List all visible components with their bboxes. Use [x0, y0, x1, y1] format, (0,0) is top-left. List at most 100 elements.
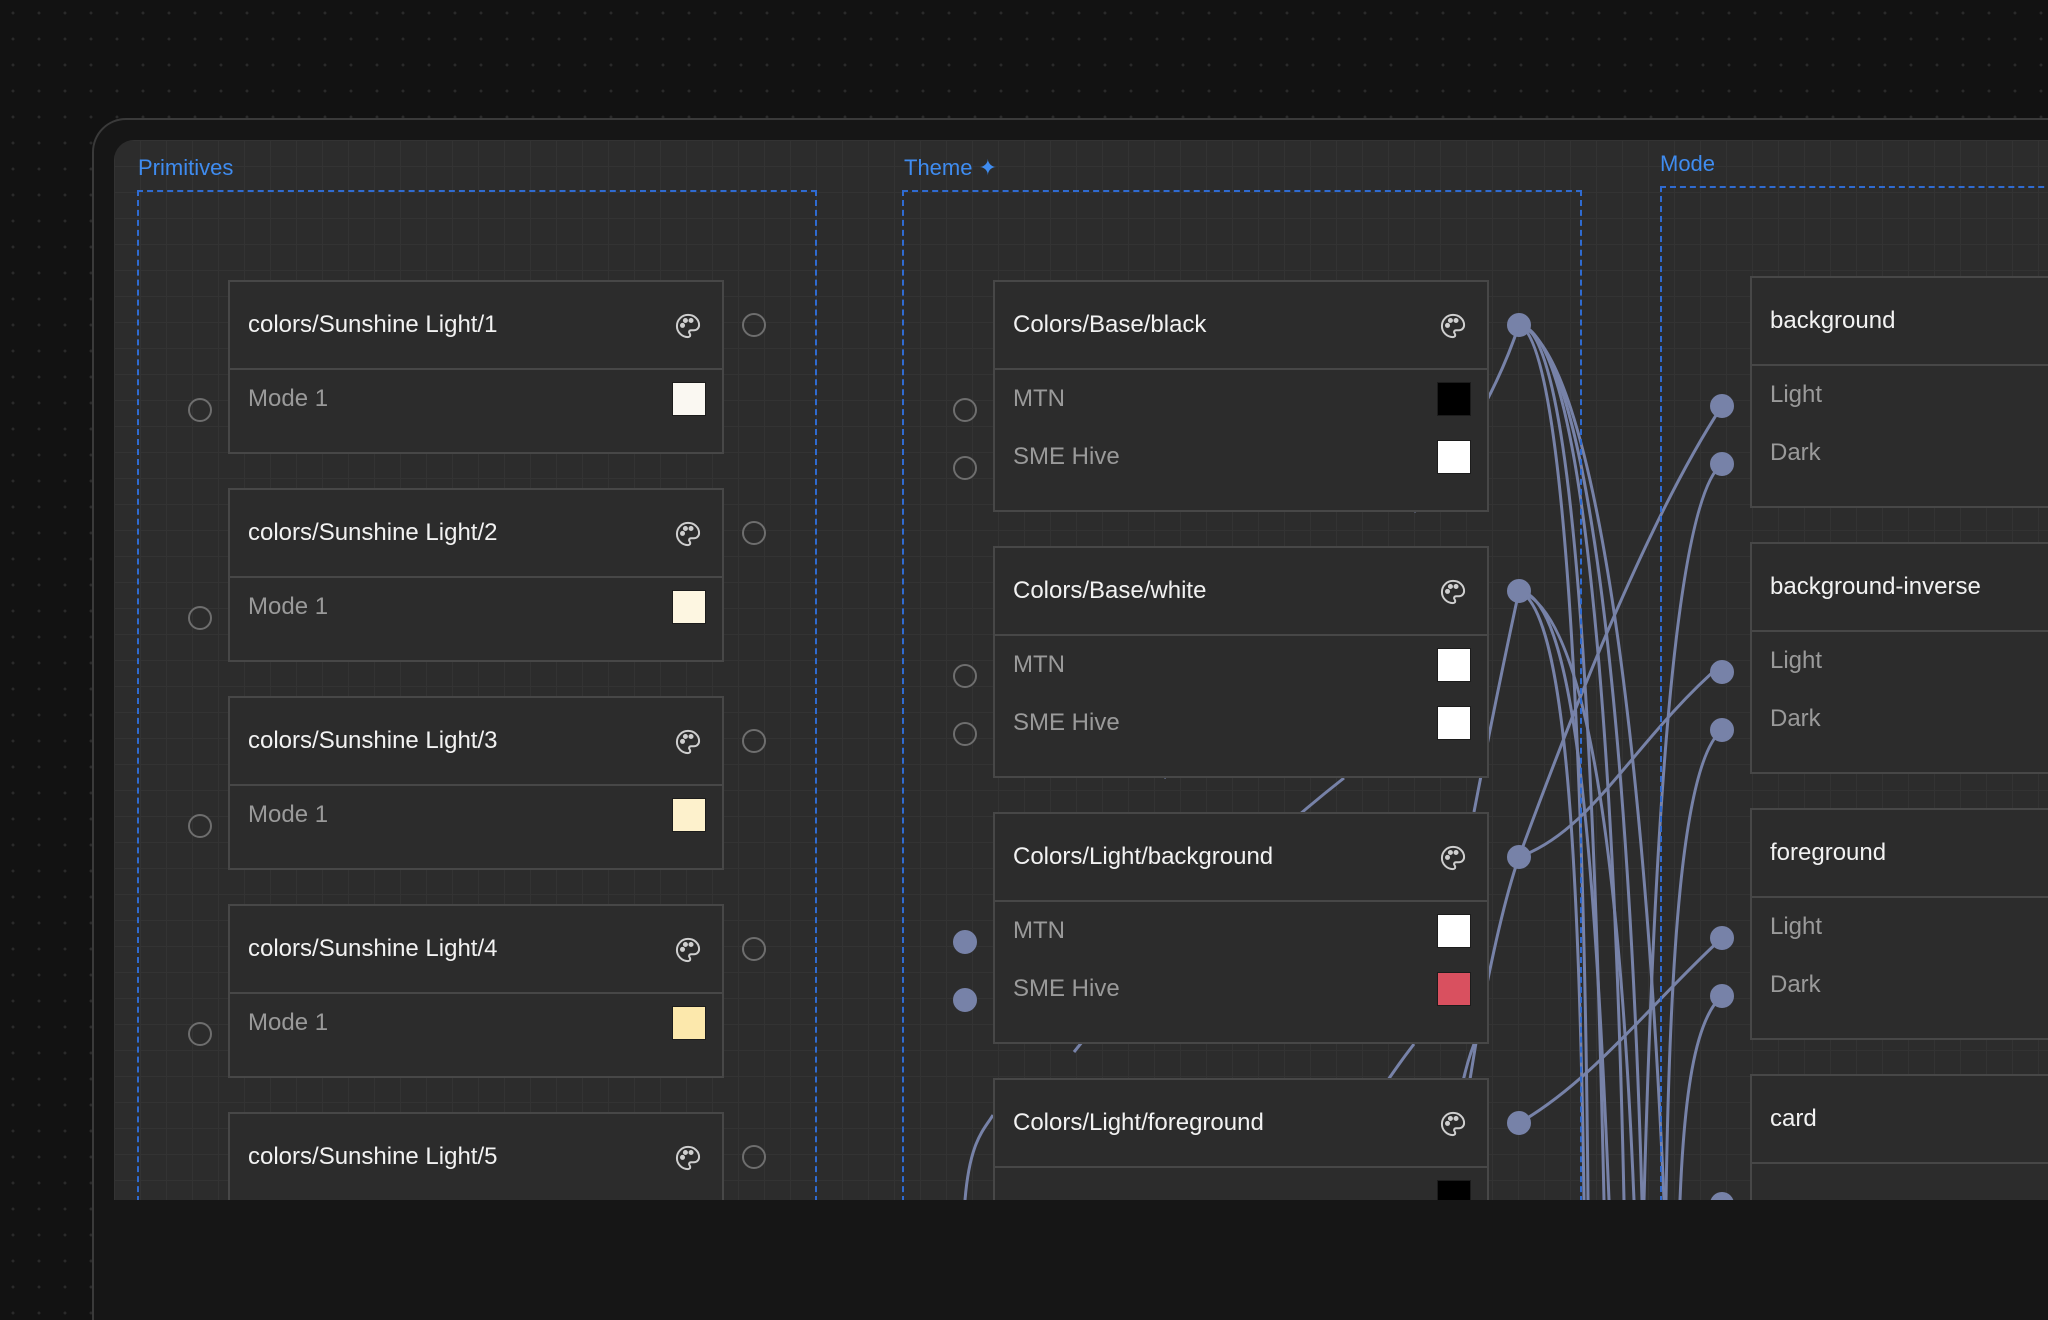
group-label-theme: Theme ✦ [904, 155, 998, 180]
color-swatch[interactable] [672, 590, 706, 624]
variable-card[interactable]: colors/Sunshine Light/3 Mode 1 [228, 696, 724, 870]
mode-row[interactable]: Light [1752, 898, 2048, 956]
palette-icon[interactable] [674, 1144, 702, 1172]
color-swatch[interactable] [672, 798, 706, 832]
variable-title: card [1770, 1105, 1817, 1132]
variable-title: Colors/Light/background [1013, 843, 1274, 870]
mode-row[interactable]: MTN [995, 636, 1487, 694]
palette-icon[interactable] [1439, 312, 1467, 340]
mode-label: Light [1770, 913, 1823, 940]
color-swatch[interactable] [1437, 440, 1471, 474]
variable-card[interactable]: colors/Sunshine Light/2 Mode 1 [228, 488, 724, 662]
mode-label: Dark [1770, 439, 1821, 466]
input-port[interactable] [1710, 452, 1734, 476]
palette-icon[interactable] [674, 936, 702, 964]
color-swatch[interactable] [1437, 648, 1471, 682]
mode-row[interactable]: SME Hive [995, 694, 1487, 752]
mode-row[interactable]: Mode 1 [230, 786, 722, 844]
input-port[interactable] [953, 988, 977, 1012]
variable-card[interactable]: colors/Sunshine Light/4 Mode 1 [228, 904, 724, 1078]
variable-card[interactable]: colors/Sunshine Light/5 [228, 1112, 724, 1200]
variable-card[interactable]: foreground Light Dark [1750, 808, 2048, 1040]
palette-icon[interactable] [1439, 1110, 1467, 1138]
mode-label: MTN [1013, 917, 1065, 944]
variables-canvas[interactable]: Primitives Theme ✦ Mode colors/Sunshine … [114, 140, 2048, 1200]
palette-icon[interactable] [674, 520, 702, 548]
mode-row[interactable]: MTN [995, 902, 1487, 960]
input-port[interactable] [1710, 394, 1734, 418]
color-swatch[interactable] [672, 1006, 706, 1040]
palette-icon[interactable] [674, 728, 702, 756]
output-port[interactable] [1507, 579, 1531, 603]
color-swatch[interactable] [1437, 382, 1471, 416]
mode-row[interactable]: Mode 1 [230, 994, 722, 1052]
variable-card[interactable]: colors/Sunshine Light/1 Mode 1 [228, 280, 724, 454]
output-port[interactable] [742, 313, 766, 337]
mode-row[interactable]: SME Hive [995, 428, 1487, 486]
mode-row[interactable]: Dark [1752, 956, 2048, 1014]
input-port[interactable] [953, 456, 977, 480]
color-swatch[interactable] [1437, 706, 1471, 740]
variable-card[interactable]: Colors/Base/black MTN SME Hive [993, 280, 1489, 512]
input-port[interactable] [188, 814, 212, 838]
input-port[interactable] [188, 1022, 212, 1046]
variable-title: colors/Sunshine Light/2 [248, 519, 498, 546]
mode-row[interactable] [995, 1168, 1487, 1200]
variable-card[interactable]: Colors/Light/foreground [993, 1078, 1489, 1200]
palette-icon[interactable] [1439, 844, 1467, 872]
mode-label: Mode 1 [248, 385, 329, 412]
mode-row[interactable]: Dark [1752, 424, 2048, 482]
mode-label: Dark [1770, 971, 1821, 998]
output-port[interactable] [742, 521, 766, 545]
mode-label: SME Hive [1013, 443, 1120, 470]
variable-card[interactable]: Colors/Base/white MTN SME Hive [993, 546, 1489, 778]
input-port[interactable] [953, 664, 977, 688]
input-port[interactable] [1710, 926, 1734, 950]
output-port[interactable] [742, 1145, 766, 1169]
variable-title: Colors/Base/white [1013, 577, 1207, 604]
variable-title: Colors/Light/foreground [1013, 1109, 1264, 1136]
mode-row[interactable]: Light [1752, 366, 2048, 424]
input-port[interactable] [953, 722, 977, 746]
group-label-primitives: Primitives [138, 155, 234, 180]
color-swatch[interactable] [1437, 914, 1471, 948]
variable-title: colors/Sunshine Light/1 [248, 311, 498, 338]
mode-row[interactable]: SME Hive [995, 960, 1487, 1018]
variable-title: colors/Sunshine Light/3 [248, 727, 498, 754]
mode-row[interactable]: Dark [1752, 690, 2048, 748]
variable-card[interactable]: background Light Dark [1750, 276, 2048, 508]
mode-label: Mode 1 [248, 593, 329, 620]
input-port[interactable] [1710, 718, 1734, 742]
input-port[interactable] [1710, 984, 1734, 1008]
mode-label: SME Hive [1013, 709, 1120, 736]
mode-label: MTN [1013, 651, 1065, 678]
mode-row[interactable]: Mode 1 [230, 370, 722, 428]
input-port[interactable] [1710, 660, 1734, 684]
input-port[interactable] [188, 606, 212, 630]
color-swatch[interactable] [1437, 972, 1471, 1006]
output-port[interactable] [742, 937, 766, 961]
variable-card[interactable]: Colors/Light/background MTN SME Hive [993, 812, 1489, 1044]
mode-row[interactable]: Mode 1 [230, 578, 722, 636]
mode-label: Dark [1770, 705, 1821, 732]
palette-icon[interactable] [1439, 578, 1467, 606]
input-port[interactable] [188, 398, 212, 422]
output-port[interactable] [1507, 1111, 1531, 1135]
palette-icon[interactable] [674, 312, 702, 340]
mode-label: Light [1770, 647, 1823, 674]
output-port[interactable] [1507, 845, 1531, 869]
variable-card[interactable]: background-inverse Light Dark [1750, 542, 2048, 774]
color-swatch[interactable] [672, 382, 706, 416]
color-swatch[interactable] [1437, 1180, 1471, 1200]
variable-title: colors/Sunshine Light/4 [248, 935, 498, 962]
variable-title: background [1770, 307, 1896, 334]
output-port[interactable] [742, 729, 766, 753]
mode-row[interactable]: Light [1752, 632, 2048, 690]
output-port[interactable] [1507, 313, 1531, 337]
input-port[interactable] [953, 930, 977, 954]
mode-label: MTN [1013, 385, 1065, 412]
mode-row[interactable]: MTN [995, 370, 1487, 428]
input-port[interactable] [953, 398, 977, 422]
variable-card[interactable]: card [1750, 1074, 2048, 1200]
mode-label: Mode 1 [248, 801, 329, 828]
